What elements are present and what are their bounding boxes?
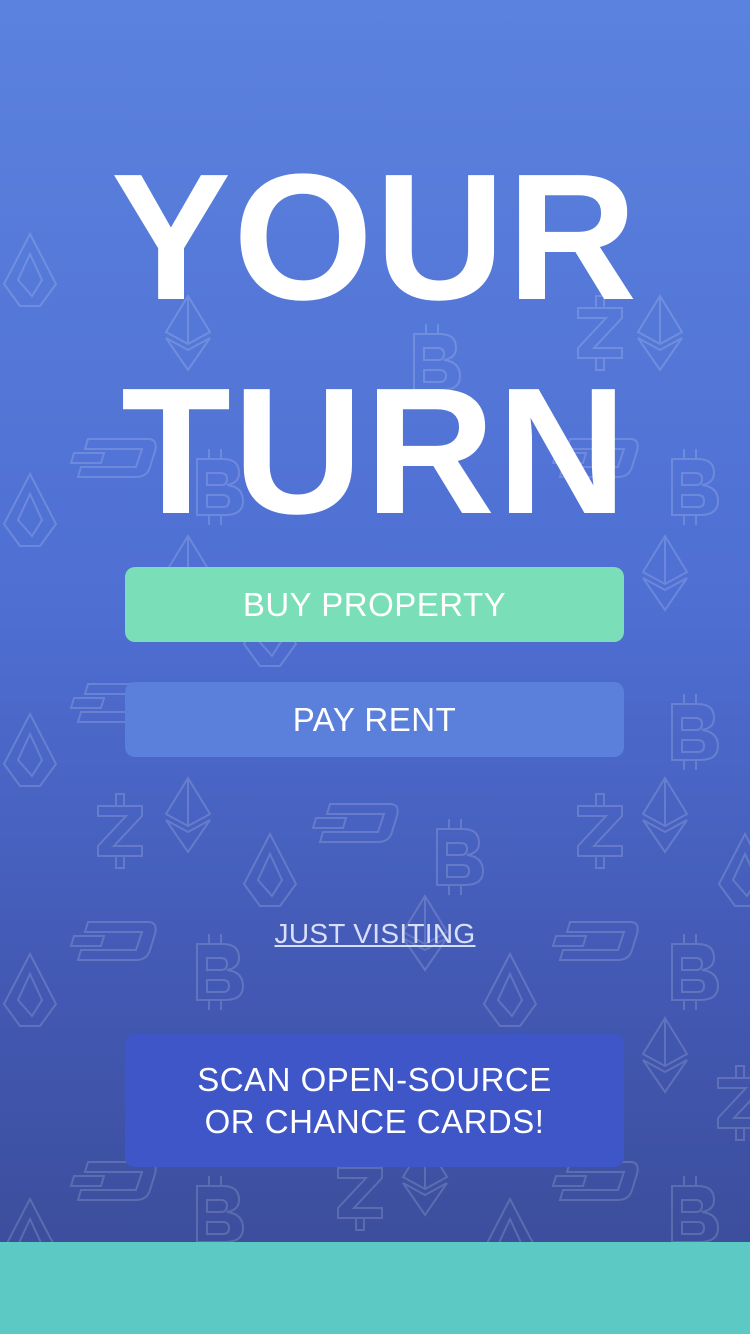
buy-property-button[interactable]: BUY PROPERTY: [125, 567, 624, 642]
scan-cards-label-line2: OR CHANCE CARDS!: [204, 1102, 545, 1140]
bottom-bar: [0, 1242, 750, 1334]
just-visiting-link[interactable]: JUST VISITING: [0, 918, 750, 950]
title-turn: TURN: [121, 351, 629, 552]
pay-rent-button[interactable]: PAY RENT: [125, 682, 624, 757]
scan-cards-button[interactable]: SCAN OPEN-SOURCE OR CHANCE CARDS!: [125, 1034, 624, 1167]
game-screen: YOUR TURN BUY PROPERTY PAY RENT JUST VIS…: [0, 0, 750, 1334]
title-your: YOUR: [110, 137, 640, 338]
scan-cards-label-line1: SCAN OPEN-SOURCE: [197, 1060, 552, 1098]
